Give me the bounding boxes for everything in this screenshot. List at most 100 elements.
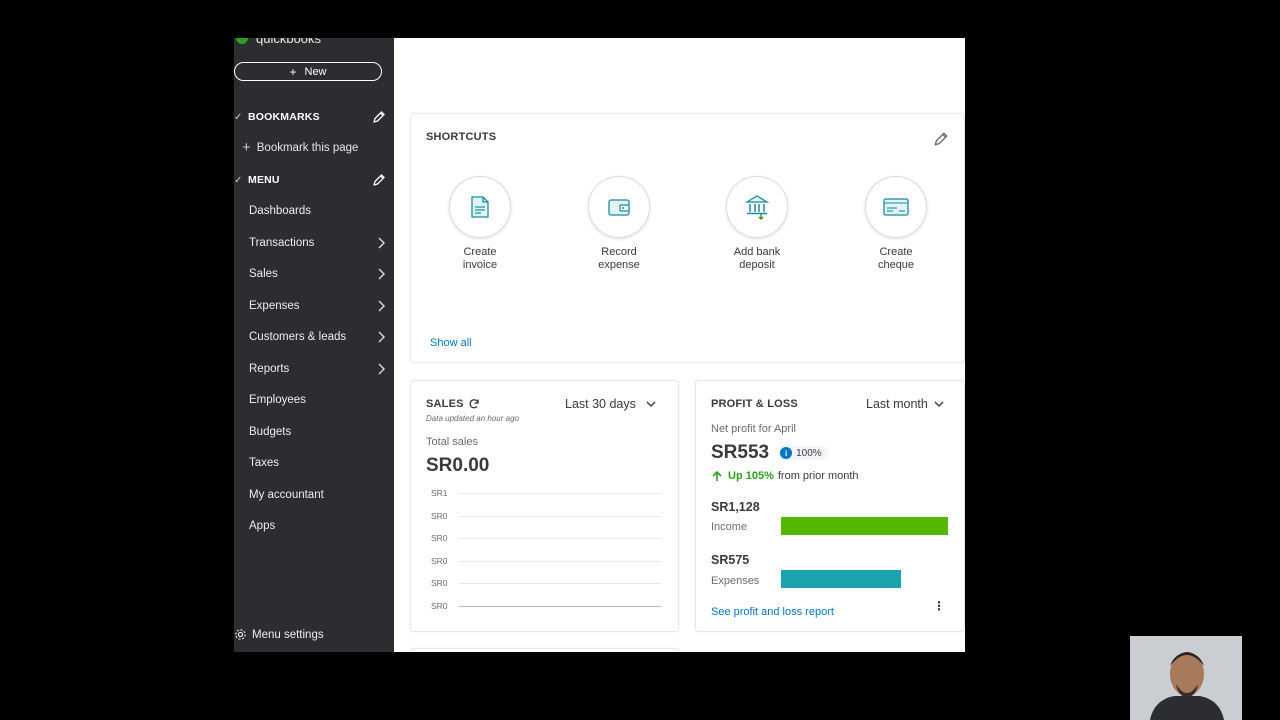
sidebar-item-label: Customers & leads	[249, 331, 347, 343]
sidebar-item-transactions[interactable]: Transactions	[234, 233, 394, 253]
menu-label: MENU	[248, 174, 280, 186]
gridline	[459, 583, 661, 584]
edit-bookmarks-pencil-icon[interactable]	[372, 110, 386, 124]
chevron-right-icon	[378, 268, 385, 280]
plus-icon: +	[242, 139, 251, 156]
shortcut-label: Add bank deposit	[733, 246, 781, 271]
sales-period-dropdown[interactable]: Last 30 days	[565, 397, 656, 411]
menu-section-header[interactable]: ✓ MENU	[234, 171, 394, 189]
chevron-down-icon	[934, 401, 944, 407]
pl-period-label: Last month	[866, 397, 928, 411]
edit-menu-pencil-icon[interactable]	[372, 173, 386, 187]
net-profit-label: Net profit for April	[711, 423, 796, 435]
sidebar-item-dashboards[interactable]: Dashboards	[234, 201, 394, 221]
shortcut-add-bank-deposit[interactable]: Add bank deposit	[717, 176, 797, 272]
total-sales-value: SR0.00	[426, 455, 490, 476]
expenses-value: SR575	[711, 553, 750, 567]
menu-settings-button[interactable]: Menu settings	[234, 628, 324, 641]
bookmarks-label: BOOKMARKS	[248, 111, 320, 123]
shortcuts-title: SHORTCUTS	[426, 131, 497, 143]
income-bar[interactable]	[781, 517, 948, 535]
sidebar-item-employees[interactable]: Employees	[234, 390, 394, 410]
sidebar-item-label: Sales	[249, 268, 278, 280]
sidebar-item-my-accountant[interactable]: My accountant	[234, 485, 394, 505]
y-axis-tick-label: SR0	[431, 578, 448, 588]
logo-icon	[236, 38, 248, 44]
shortcut-circle[interactable]	[449, 176, 511, 238]
up-arrow-icon	[712, 470, 722, 481]
bookmarks-section-header[interactable]: ✓ BOOKMARKS	[234, 108, 394, 126]
dashboard-main: SHORTCUTS Create invoice Record expense …	[394, 38, 965, 652]
quickbooks-logo[interactable]: quickbooks	[234, 38, 321, 46]
edit-shortcuts-pencil-icon[interactable]	[933, 131, 949, 147]
bookmark-this-page[interactable]: + Bookmark this page	[242, 139, 358, 156]
y-axis-tick-label: SR0	[431, 510, 448, 521]
shortcut-create-invoice[interactable]: Create invoice	[440, 176, 520, 272]
show-all-link[interactable]: Show all	[430, 337, 472, 349]
sidebar-item-label: Taxes	[249, 457, 280, 469]
sidebar-item-customers-leads[interactable]: Customers & leads	[234, 327, 394, 347]
expenses-bar[interactable]	[781, 570, 902, 588]
sidebar-item-label: Employees	[249, 394, 306, 406]
shortcuts-card: SHORTCUTS Create invoice Record expense …	[410, 113, 965, 363]
refresh-icon[interactable]	[468, 398, 480, 410]
total-sales-label: Total sales	[426, 436, 478, 448]
expenses-label: Expenses	[711, 575, 760, 587]
y-axis-tick-label: SR0	[431, 600, 448, 611]
chevron-right-icon	[378, 237, 385, 248]
net-profit-badge-label: 100%	[796, 447, 822, 459]
sidebar-item-label: Transactions	[249, 236, 315, 249]
sidebar-item-reports[interactable]: Reports	[234, 359, 394, 379]
shortcut-circle[interactable]	[726, 176, 788, 238]
quickbooks-app: quickbooks + New ✓ BOOKMARKS + Bookmark …	[234, 38, 965, 652]
gridline	[459, 538, 661, 539]
net-profit-row: SR553 i 100%	[711, 442, 828, 464]
y-axis-tick-label: SR0	[431, 533, 448, 543]
sales-title-row: SALES	[426, 398, 480, 410]
profit-loss-report-link[interactable]: See profit and loss report	[711, 606, 834, 618]
sidebar-item-label: Expenses	[249, 299, 300, 312]
new-button[interactable]: + New	[234, 62, 382, 81]
sidebar-item-label: My accountant	[249, 488, 324, 501]
chevron-right-icon	[378, 363, 385, 374]
sales-period-label: Last 30 days	[565, 397, 636, 411]
sales-card: SALES Data updated an hour ago Last 30 d…	[410, 380, 679, 632]
shortcut-record-expense[interactable]: Record expense	[579, 176, 659, 272]
sidebar-item-expenses[interactable]: Expenses	[234, 296, 394, 316]
pl-period-dropdown[interactable]: Last month	[866, 397, 944, 411]
menu-settings-label: Menu settings	[252, 628, 324, 641]
net-profit-badge[interactable]: i 100%	[778, 446, 828, 460]
profit-change-row: Up 105% from prior month	[711, 470, 859, 482]
sidebar-item-label: Reports	[249, 362, 290, 375]
shortcut-create-cheque[interactable]: Create cheque	[856, 176, 936, 272]
shortcut-label: Create cheque	[877, 246, 915, 271]
y-axis-tick-label: SR1	[431, 488, 448, 498]
shortcut-circle[interactable]	[588, 176, 650, 238]
webcam-overlay	[1130, 636, 1242, 720]
gridline	[459, 605, 661, 607]
profit-change-suffix: from prior month	[777, 470, 859, 482]
sidebar-item-budgets[interactable]: Budgets	[234, 422, 394, 442]
invoice-icon	[471, 196, 489, 218]
plus-icon: +	[289, 64, 297, 79]
sales-title: SALES	[426, 398, 464, 410]
new-button-label: New	[304, 65, 327, 78]
more-options-icon[interactable]: ⋮	[933, 600, 945, 612]
bookmark-this-page-label: Bookmark this page	[256, 141, 359, 154]
profit-change-value: Up 105%	[728, 470, 774, 482]
presenter-video-image	[1130, 636, 1242, 720]
sidebar-item-taxes[interactable]: Taxes	[234, 453, 394, 473]
sidebar-item-label: Apps	[249, 520, 276, 532]
sidebar-item-apps[interactable]: Apps	[234, 516, 394, 536]
bank-icon	[745, 195, 769, 220]
y-axis-tick-label: SR0	[431, 555, 448, 566]
gridline	[459, 515, 661, 517]
profit-loss-title: PROFIT & LOSS	[711, 398, 798, 410]
sidebar-item-label: Dashboards	[249, 205, 312, 217]
sidebar-item-label: Budgets	[249, 425, 292, 438]
gridline	[459, 493, 661, 494]
shortcut-circle[interactable]	[865, 176, 927, 238]
chevron-down-icon	[646, 401, 656, 407]
chevron-right-icon	[378, 300, 385, 311]
sidebar-item-sales[interactable]: Sales	[234, 264, 394, 284]
